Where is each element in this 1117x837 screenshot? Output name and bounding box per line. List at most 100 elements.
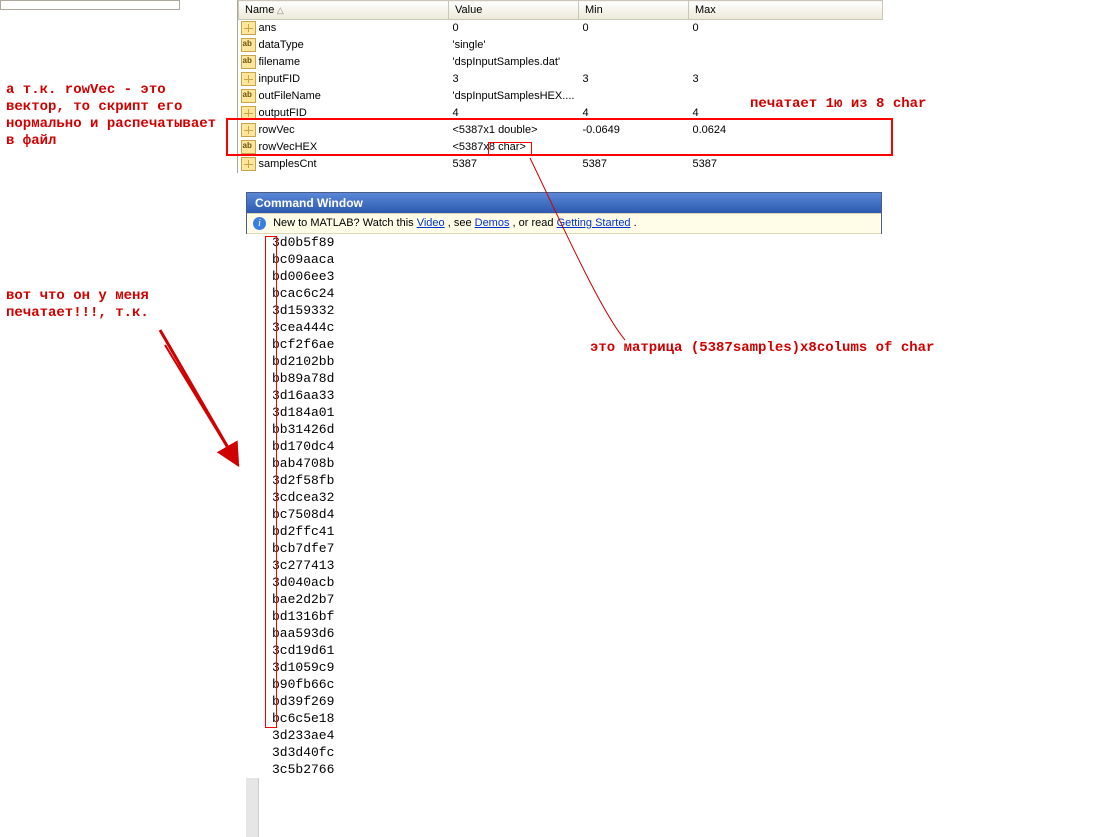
col-max[interactable]: Max xyxy=(689,1,883,20)
info-icon: i xyxy=(253,217,266,230)
col-value[interactable]: Value xyxy=(449,1,579,20)
hex-output-line: bd006ee3 xyxy=(272,268,882,285)
var-min: -0.0649 xyxy=(579,122,689,139)
left-pane-stub xyxy=(0,0,180,10)
hex-output-line: bb31426d xyxy=(272,421,882,438)
var-max: 3 xyxy=(689,71,883,88)
hex-output-line: 3d3d40fc xyxy=(272,744,882,761)
var-max xyxy=(689,54,883,71)
table-row[interactable]: dataType 'single' xyxy=(239,37,883,54)
var-string-icon xyxy=(241,55,256,69)
var-value: 5387 xyxy=(449,156,579,173)
var-string-icon xyxy=(241,89,256,103)
var-value: 'single' xyxy=(449,37,579,54)
var-name: rowVecHEX xyxy=(259,141,318,153)
info-text-1: New to MATLAB? Watch this xyxy=(273,217,417,229)
command-window-infobar: i New to MATLAB? Watch this Video , see … xyxy=(247,213,881,234)
hex-output-line: baa593d6 xyxy=(272,625,882,642)
hex-output-line: 3cd19d61 xyxy=(272,642,882,659)
hex-output-line: bc09aaca xyxy=(272,251,882,268)
var-value: <5387x8 char> xyxy=(449,139,579,156)
hex-output-line: bd39f269 xyxy=(272,693,882,710)
var-value: <5387x1 double> xyxy=(449,122,579,139)
var-name: outFileName xyxy=(259,90,321,102)
hex-output-line: 3d0b5f89 xyxy=(272,234,882,251)
var-name: samplesCnt xyxy=(259,158,317,170)
annot-matrix-note: это матрица (5387samples)x8colums of cha… xyxy=(590,340,934,357)
hex-output-line: b90fb66c xyxy=(272,676,882,693)
hex-output-line: 3d184a01 xyxy=(272,404,882,421)
hex-output-line: bae2d2b7 xyxy=(272,591,882,608)
var-max xyxy=(689,139,883,156)
var-name: outputFID xyxy=(259,107,307,119)
info-text-4: . xyxy=(634,217,637,229)
command-window: Command Window i New to MATLAB? Watch th… xyxy=(246,192,882,235)
var-max xyxy=(689,37,883,54)
var-max: 5387 xyxy=(689,156,883,173)
var-numeric-icon xyxy=(241,106,256,120)
var-min: 3 xyxy=(579,71,689,88)
hex-output-line: 3d1059c9 xyxy=(272,659,882,676)
var-min: 4 xyxy=(579,105,689,122)
table-row[interactable]: rowVec <5387x1 double>-0.06490.0624 xyxy=(239,122,883,139)
annot-what-it-prints: вот что он у меня печатает!!!, т.к. xyxy=(6,288,149,322)
var-name: rowVec xyxy=(259,124,295,136)
hex-output-line: 3cea444c xyxy=(272,319,882,336)
var-value: 4 xyxy=(449,105,579,122)
var-min xyxy=(579,54,689,71)
link-video[interactable]: Video xyxy=(417,217,445,229)
table-row[interactable]: inputFID333 xyxy=(239,71,883,88)
hex-output-line: bc7508d4 xyxy=(272,506,882,523)
hex-output-line: bb89a78d xyxy=(272,370,882,387)
hex-output-line: 3d159332 xyxy=(272,302,882,319)
info-text-2: , see xyxy=(448,217,475,229)
hex-output-line: 3cdcea32 xyxy=(272,489,882,506)
var-max: 0.0624 xyxy=(689,122,883,139)
var-value: 'dspInputSamplesHEX.... xyxy=(449,88,579,105)
table-row[interactable]: ans000 xyxy=(239,20,883,37)
annot-prints-1-of-8: печатает 1ю из 8 char xyxy=(750,96,926,113)
hex-output-line: 3d2f58fb xyxy=(272,472,882,489)
annot-rowvec-vector: а т.к. rowVec - это вектор, то скрипт ег… xyxy=(6,82,216,150)
table-row[interactable]: samplesCnt538753875387 xyxy=(239,156,883,173)
col-name[interactable]: Name xyxy=(239,1,449,20)
workspace-table: Name Value Min Max ans000dataType'single… xyxy=(238,0,883,173)
var-min xyxy=(579,37,689,54)
hex-output-line: 3c5b2766 xyxy=(272,761,882,778)
hex-output-line: 3d233ae4 xyxy=(272,727,882,744)
var-value: 0 xyxy=(449,20,579,37)
var-name: inputFID xyxy=(259,73,301,85)
var-numeric-icon xyxy=(241,123,256,137)
table-row[interactable]: rowVecHEX <5387x8 char> xyxy=(239,139,883,156)
hex-output-line: 3c277413 xyxy=(272,557,882,574)
link-demos[interactable]: Demos xyxy=(475,217,510,229)
var-name: dataType xyxy=(259,39,304,51)
var-numeric-icon xyxy=(241,157,256,171)
table-row[interactable]: filename 'dspInputSamples.dat' xyxy=(239,54,883,71)
hex-output-line: bab4708b xyxy=(272,455,882,472)
var-value: 3 xyxy=(449,71,579,88)
hex-output-line: 3d16aa33 xyxy=(272,387,882,404)
hex-output-line: bd1316bf xyxy=(272,608,882,625)
hex-output-line: bd170dc4 xyxy=(272,438,882,455)
hex-output-line: bcac6c24 xyxy=(272,285,882,302)
hex-output-line: bc6c5e18 xyxy=(272,710,882,727)
var-string-icon xyxy=(241,38,256,52)
command-output[interactable]: 3d0b5f89bc09aacabd006ee3bcac6c243d159332… xyxy=(246,234,882,778)
var-numeric-icon xyxy=(241,21,256,35)
var-value: 'dspInputSamples.dat' xyxy=(449,54,579,71)
workspace-panel: Name Value Min Max ans000dataType'single… xyxy=(237,0,1117,173)
var-min: 5387 xyxy=(579,156,689,173)
var-min xyxy=(579,88,689,105)
var-name: ans xyxy=(259,22,277,34)
var-numeric-icon xyxy=(241,72,256,86)
var-min xyxy=(579,139,689,156)
var-string-icon xyxy=(241,140,256,154)
var-name: filename xyxy=(259,56,301,68)
var-max: 0 xyxy=(689,20,883,37)
hex-output-line: bcb7dfe7 xyxy=(272,540,882,557)
command-window-title: Command Window xyxy=(247,193,881,213)
info-text-3: , or read xyxy=(513,217,557,229)
link-getting-started[interactable]: Getting Started xyxy=(557,217,631,229)
col-min[interactable]: Min xyxy=(579,1,689,20)
